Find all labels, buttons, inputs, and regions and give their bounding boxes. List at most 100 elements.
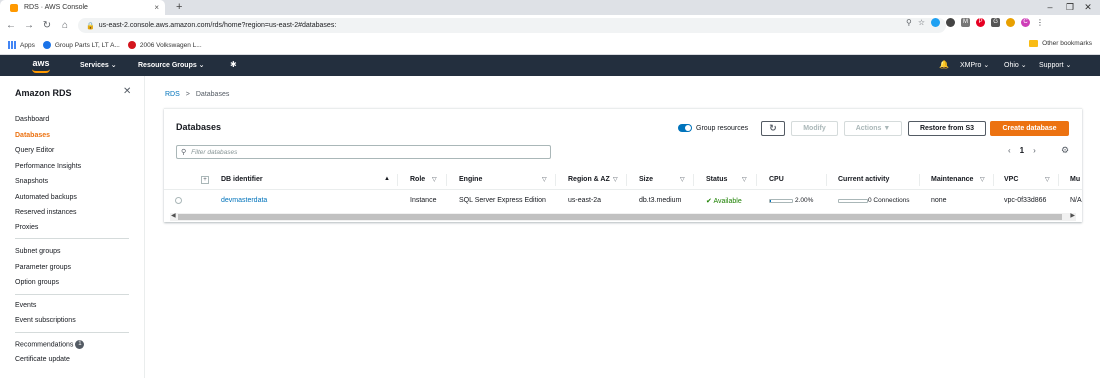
m-extension-icon[interactable]: M [961, 18, 971, 27]
sort-icon[interactable]: ▽ [1045, 176, 1050, 183]
bookmark-group-parts[interactable]: Group Parts LT, LT A... [42, 41, 120, 49]
settings-gear-icon[interactable]: ⚙ [1061, 145, 1069, 156]
sort-icon[interactable]: ▽ [432, 176, 437, 183]
col-current-activity[interactable]: Current activity [838, 176, 889, 183]
sidebar-item-event-subscriptions[interactable]: Event subscriptions [15, 317, 76, 324]
group-resources-toggle[interactable] [678, 124, 692, 132]
services-menu[interactable]: Services ⌄ [80, 61, 117, 69]
col-cpu[interactable]: CPU [769, 176, 784, 183]
db-identifier-link[interactable]: devmasterdata [221, 197, 267, 204]
sidebar-item-recommendations[interactable]: Recommendations 1 [15, 340, 85, 349]
bookmark-favicon-icon [42, 41, 51, 49]
resource-groups-menu[interactable]: Resource Groups ⌄ [138, 61, 205, 69]
cell-cpu: 2.00% [795, 197, 814, 204]
sort-icon[interactable]: ▽ [542, 176, 547, 183]
sidebar-close-icon[interactable]: ✕ [123, 86, 131, 97]
col-size[interactable]: Size [639, 176, 653, 183]
sidebar-item-label: Recommendations [15, 341, 74, 349]
chrome-menu-icon[interactable]: ⋮ [1036, 18, 1044, 27]
forward-icon[interactable]: → [22, 20, 36, 31]
sidebar-item-subnet-groups[interactable]: Subnet groups [15, 248, 61, 255]
pinterest-extension-icon[interactable]: P [976, 18, 986, 27]
cloud-extension-icon[interactable] [931, 18, 941, 27]
row-select-radio[interactable] [175, 197, 182, 204]
bookmark-volkswagen[interactable]: 2006 Volkswagen L... [127, 41, 202, 49]
region-menu[interactable]: Ohio ⌄ [1004, 61, 1027, 69]
other-bookmarks[interactable]: Other bookmarks [1029, 40, 1092, 47]
col-region-az[interactable]: Region & AZ [568, 176, 610, 183]
circle-extension-icon[interactable] [946, 18, 956, 27]
aws-logo[interactable]: aws [29, 57, 53, 74]
table-row[interactable]: devmasterdata Instance SQL Server Expres… [164, 191, 1082, 211]
sort-icon[interactable]: ▽ [980, 176, 985, 183]
col-multi-az[interactable]: Mu [1070, 176, 1080, 183]
cell-engine: SQL Server Express Edition [459, 197, 546, 204]
bookmarks-bar: Apps Group Parts LT, LT A... 2006 Volksw… [0, 36, 1100, 55]
sidebar-item-certificate-update[interactable]: Certificate update [15, 356, 70, 363]
col-role[interactable]: Role [410, 176, 425, 183]
col-vpc[interactable]: VPC [1004, 176, 1018, 183]
refresh-button[interactable]: ↻ [761, 121, 785, 136]
col-maintenance[interactable]: Maintenance [931, 176, 973, 183]
folder-icon [1029, 40, 1039, 47]
star-icon[interactable]: ☆ [918, 18, 925, 27]
sidebar-item-option-groups[interactable]: Option groups [15, 279, 59, 286]
sidebar-item-parameter-groups[interactable]: Parameter groups [15, 264, 71, 271]
sort-icon[interactable]: ▽ [613, 176, 618, 183]
breadcrumb: RDS > Databases [165, 91, 229, 98]
g-extension-icon[interactable]: G [991, 18, 1001, 27]
actions-button[interactable]: Actions ▼ [844, 121, 902, 136]
browser-tab[interactable]: RDS · AWS Console × [0, 0, 165, 15]
bookmark-apps[interactable]: Apps [8, 41, 35, 49]
home-icon[interactable]: ⌂ [58, 20, 72, 31]
scrollbar-thumb[interactable] [178, 214, 1062, 220]
cell-region-az: us-east-2a [568, 197, 602, 204]
sidebar-item-databases[interactable]: Databases [15, 132, 50, 139]
status-text: Available [713, 198, 742, 205]
sidebar-item-reserved-instances[interactable]: Reserved instances [15, 209, 76, 216]
column-divider [1058, 174, 1059, 186]
sort-icon[interactable]: ▽ [742, 176, 747, 183]
back-icon[interactable]: ← [4, 20, 18, 31]
expand-all-icon[interactable]: + [201, 176, 209, 184]
tab-close-icon[interactable]: × [154, 3, 159, 12]
breadcrumb-rds[interactable]: RDS [165, 91, 180, 98]
sidebar-item-dashboard[interactable]: Dashboard [15, 116, 49, 123]
support-menu[interactable]: Support ⌄ [1039, 61, 1071, 69]
modify-button[interactable]: Modify [791, 121, 838, 136]
page-number[interactable]: 1 [1020, 146, 1024, 155]
cell-vpc: vpc-0f33d866 [1004, 197, 1047, 204]
scroll-right-icon[interactable]: ▶ [1070, 212, 1075, 219]
col-db-identifier[interactable]: DB identifier [221, 176, 263, 183]
create-database-button[interactable]: Create database [990, 121, 1069, 136]
col-status[interactable]: Status [706, 176, 727, 183]
cookie-extension-icon[interactable] [1006, 18, 1016, 27]
col-engine[interactable]: Engine [459, 176, 482, 183]
account-menu[interactable]: XMPro ⌄ [960, 61, 989, 69]
sort-icon[interactable]: ▽ [680, 176, 685, 183]
sidebar-item-automated-backups[interactable]: Automated backups [15, 194, 77, 201]
bell-icon[interactable]: 🔔 [939, 60, 949, 69]
new-tab-icon[interactable]: + [176, 1, 182, 13]
other-bookmarks-label: Other bookmarks [1042, 40, 1092, 47]
pin-icon[interactable]: ✱ [230, 60, 237, 69]
sidebar-item-query-editor[interactable]: Query Editor [15, 147, 54, 154]
sidebar-item-snapshots[interactable]: Snapshots [15, 178, 48, 185]
filter-databases-input[interactable]: ⚲ Filter databases [176, 145, 551, 159]
check-circle-icon: ✔ [706, 198, 712, 205]
profile-avatar-icon[interactable]: C [1021, 18, 1031, 27]
horizontal-scrollbar[interactable]: ◀ ▶ [170, 213, 1076, 221]
scroll-left-icon[interactable]: ◀ [171, 212, 176, 219]
reload-icon[interactable]: ↻ [40, 20, 54, 31]
next-page-icon[interactable]: › [1033, 146, 1036, 155]
address-bar[interactable]: 🔒 us-east-2.console.aws.amazon.com/rds/h… [78, 18, 946, 33]
zoom-icon[interactable]: ⚲ [906, 18, 912, 27]
sort-ascending-icon[interactable]: ▲ [384, 176, 390, 182]
restore-from-s3-button[interactable]: Restore from S3 [908, 121, 986, 136]
sidebar-item-events[interactable]: Events [15, 302, 36, 309]
window-close-icon[interactable]: ✕ [1076, 0, 1100, 15]
prev-page-icon[interactable]: ‹ [1008, 146, 1011, 155]
sidebar-item-performance-insights[interactable]: Performance Insights [15, 163, 81, 170]
cpu-usage-bar [769, 199, 793, 203]
sidebar-item-proxies[interactable]: Proxies [15, 224, 38, 231]
